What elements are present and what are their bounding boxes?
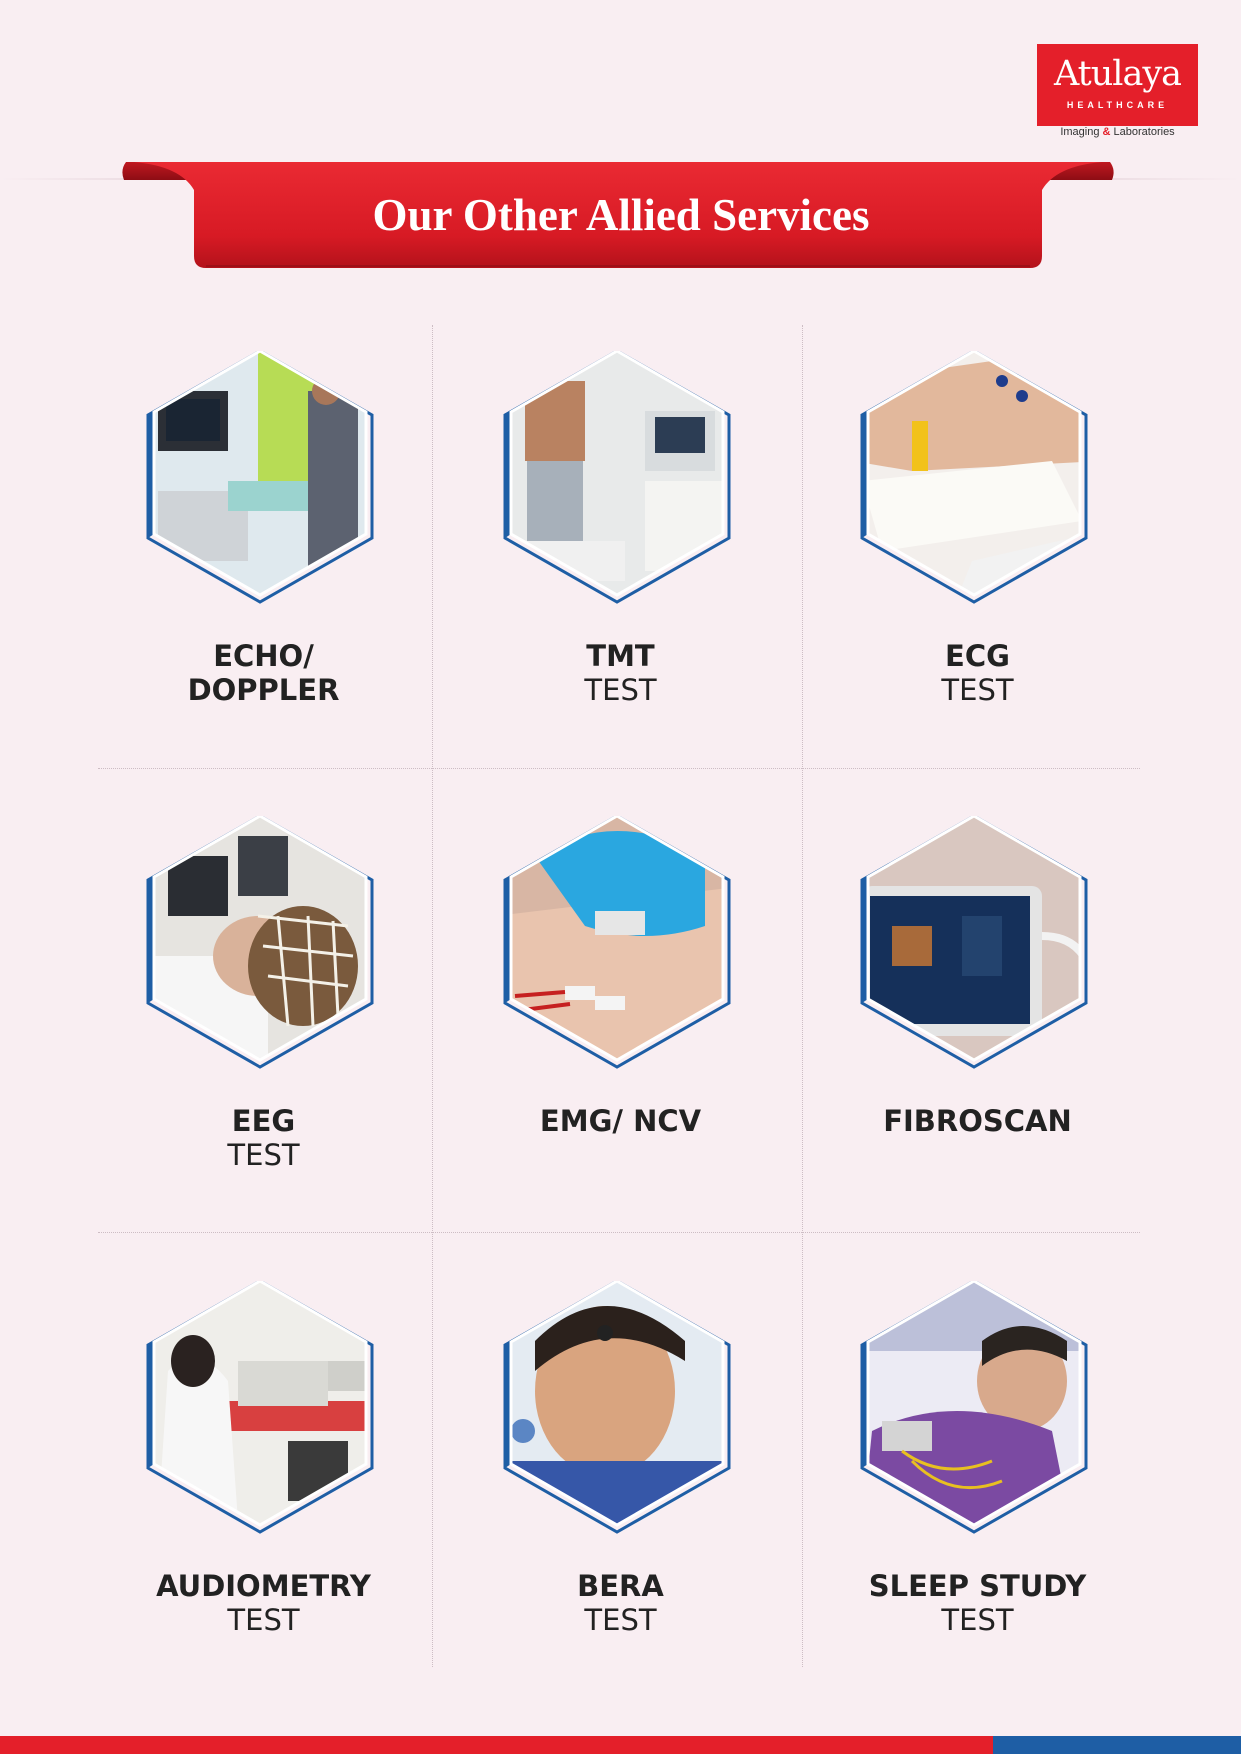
- service-card-tmt: TMT TEST: [442, 325, 799, 790]
- service-subtitle: TEST: [584, 673, 657, 707]
- audiometry-photo: [146, 1281, 374, 1534]
- logo-tagline: Imaging & Laboratories: [1040, 126, 1195, 138]
- service-subtitle: TEST: [227, 1603, 300, 1637]
- echo-doppler-photo: [146, 351, 374, 604]
- service-title: SLEEP STUDY: [868, 1569, 1087, 1603]
- logo-tagline-labs: Laboratories: [1113, 126, 1175, 138]
- page-title: Our Other Allied Services: [372, 190, 870, 240]
- logo-tagline-imaging: Imaging: [1060, 126, 1100, 138]
- service-title: ECHO/: [213, 639, 314, 673]
- service-title: ECG: [945, 639, 1010, 673]
- service-subtitle: TEST: [941, 1603, 1014, 1637]
- brand-logo: Atulaya HEALTHCARE: [1037, 44, 1198, 126]
- eeg-photo: [146, 816, 374, 1069]
- bera-photo: [503, 1281, 731, 1534]
- logo-division: HEALTHCARE: [1066, 100, 1169, 110]
- ecg-photo: [860, 351, 1088, 604]
- service-subtitle: TEST: [584, 1603, 657, 1637]
- service-title: EMG/ NCV: [539, 1104, 702, 1138]
- service-card-fibroscan: FIBROSCAN: [799, 790, 1156, 1255]
- service-card-bera: BERA TEST: [442, 1255, 799, 1720]
- footer-bar-red: [0, 1736, 993, 1754]
- service-card-emg-ncv: EMG/ NCV: [442, 790, 799, 1255]
- service-title: FIBROSCAN: [883, 1104, 1072, 1138]
- service-card-sleep-study: SLEEP STUDY TEST: [799, 1255, 1156, 1720]
- service-subtitle: TEST: [227, 1138, 300, 1172]
- fibroscan-photo: [860, 816, 1088, 1069]
- service-title: TMT: [586, 639, 655, 673]
- emg-ncv-photo: [503, 816, 731, 1069]
- treadmill-test-photo: [503, 351, 731, 604]
- service-card-ecg: ECG TEST: [799, 325, 1156, 790]
- logo-tagline-amp: &: [1102, 126, 1111, 138]
- logo-brand-name: Atulaya: [1054, 54, 1182, 94]
- service-title: AUDIOMETRY: [156, 1569, 371, 1603]
- service-card-audiometry: AUDIOMETRY TEST: [85, 1255, 442, 1720]
- service-subtitle: TEST: [941, 673, 1014, 707]
- service-title: EEG: [231, 1104, 296, 1138]
- service-card-eeg: EEG TEST: [85, 790, 442, 1255]
- sleep-study-photo: [860, 1281, 1088, 1534]
- footer-bar-blue: [993, 1736, 1241, 1754]
- service-subtitle: DOPPLER: [187, 673, 340, 707]
- service-card-echo-doppler: ECHO/ DOPPLER: [85, 325, 442, 790]
- service-title: BERA: [577, 1569, 664, 1603]
